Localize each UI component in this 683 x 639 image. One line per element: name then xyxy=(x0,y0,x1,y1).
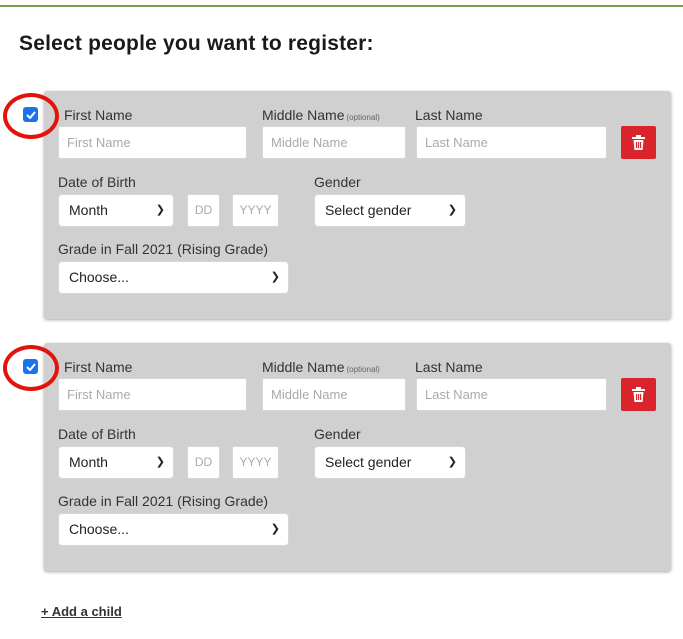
grade-select[interactable]: Choose... ❯ xyxy=(58,513,289,546)
birth-day-input[interactable]: DD xyxy=(187,446,220,479)
birth-year-input[interactable]: YYYY xyxy=(232,194,279,227)
birth-day-input[interactable]: DD xyxy=(187,194,220,227)
birth-year-input[interactable]: YYYY xyxy=(232,446,279,479)
optional-hint: (optional) xyxy=(346,365,380,374)
gender-label: Gender xyxy=(314,426,361,442)
middle-name-label: Middle Name (optional) xyxy=(262,107,380,123)
first-name-input[interactable]: First Name xyxy=(58,126,247,159)
add-child-link[interactable]: + Add a child xyxy=(41,604,122,619)
dob-label: Date of Birth xyxy=(58,174,136,190)
birth-month-select[interactable]: Month ❯ xyxy=(58,194,174,227)
highlight-ring xyxy=(3,345,59,391)
chevron-down-icon: ❯ xyxy=(447,456,457,468)
last-name-label: Last Name xyxy=(415,107,483,123)
trash-icon xyxy=(632,135,645,150)
optional-hint: (optional) xyxy=(346,113,380,122)
chevron-down-icon: ❯ xyxy=(155,204,165,216)
chevron-down-icon: ❯ xyxy=(270,523,280,535)
highlight-ring xyxy=(3,93,59,139)
birth-month-select[interactable]: Month ❯ xyxy=(58,446,174,479)
last-name-label: Last Name xyxy=(415,359,483,375)
middle-name-input[interactable]: Middle Name xyxy=(262,126,406,159)
chevron-down-icon: ❯ xyxy=(447,204,457,216)
top-divider xyxy=(0,5,683,7)
middle-name-input[interactable]: Middle Name xyxy=(262,378,406,411)
first-name-label: First Name xyxy=(64,359,133,375)
gender-label: Gender xyxy=(314,174,361,190)
page-title: Select people you want to register: xyxy=(19,32,374,55)
trash-icon xyxy=(632,387,645,402)
delete-child-button[interactable] xyxy=(621,126,656,159)
last-name-input[interactable]: Last Name xyxy=(416,126,607,159)
chevron-down-icon: ❯ xyxy=(270,271,280,283)
grade-select[interactable]: Choose... ❯ xyxy=(58,261,289,294)
grade-label: Grade in Fall 2021 (Rising Grade) xyxy=(58,493,269,509)
first-name-label: First Name xyxy=(64,107,133,123)
last-name-input[interactable]: Last Name xyxy=(416,378,607,411)
first-name-input[interactable]: First Name xyxy=(58,378,247,411)
delete-child-button[interactable] xyxy=(621,378,656,411)
child-card: First Name Middle Name (optional) Last Na… xyxy=(44,91,671,319)
gender-select[interactable]: Select gender ❯ xyxy=(314,194,466,227)
chevron-down-icon: ❯ xyxy=(155,456,165,468)
grade-label: Grade in Fall 2021 (Rising Grade) xyxy=(58,241,269,257)
child-card: First Name Middle Name (optional) Last Na… xyxy=(44,343,671,571)
dob-label: Date of Birth xyxy=(58,426,136,442)
middle-name-label: Middle Name (optional) xyxy=(262,359,380,375)
gender-select[interactable]: Select gender ❯ xyxy=(314,446,466,479)
